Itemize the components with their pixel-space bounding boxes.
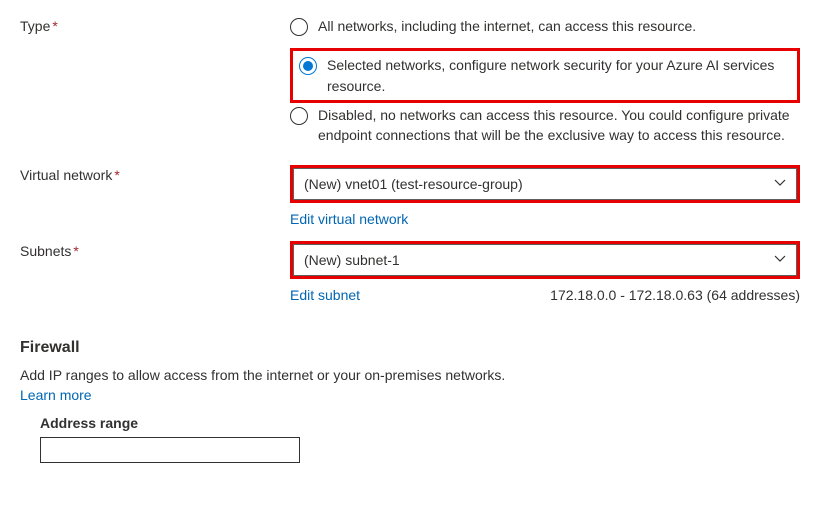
highlight-selected-networks: Selected networks, configure network sec… xyxy=(290,48,800,103)
address-range-input[interactable] xyxy=(40,437,300,463)
vnet-label: Virtual network* xyxy=(20,165,290,183)
radio-checked-icon xyxy=(299,57,317,75)
address-range-header: Address range xyxy=(20,415,800,431)
subnet-dropdown[interactable]: (New) subnet-1 xyxy=(293,244,797,276)
subnets-label: Subnets* xyxy=(20,241,290,259)
radio-disabled-label: Disabled, no networks can access this re… xyxy=(318,105,800,146)
learn-more-link[interactable]: Learn more xyxy=(20,387,92,403)
radio-disabled[interactable]: Disabled, no networks can access this re… xyxy=(290,105,800,146)
firewall-heading: Firewall xyxy=(20,339,800,357)
subnet-range-info: 172.18.0.0 - 172.18.0.63 (64 addresses) xyxy=(550,287,800,303)
highlight-vnet: (New) vnet01 (test-resource-group) xyxy=(290,165,800,203)
chevron-down-icon xyxy=(774,176,786,192)
edit-subnet-link[interactable]: Edit subnet xyxy=(290,287,360,303)
radio-unchecked-icon xyxy=(290,107,308,125)
firewall-description: Add IP ranges to allow access from the i… xyxy=(20,367,800,383)
highlight-subnet: (New) subnet-1 xyxy=(290,241,800,279)
radio-all-networks[interactable]: All networks, including the internet, ca… xyxy=(290,16,800,36)
radio-selected-networks[interactable]: Selected networks, configure network sec… xyxy=(299,55,791,96)
vnet-value: (New) vnet01 (test-resource-group) xyxy=(304,176,523,192)
chevron-down-icon xyxy=(774,252,786,268)
radio-unchecked-icon xyxy=(290,18,308,36)
subnet-value: (New) subnet-1 xyxy=(304,252,400,268)
vnet-dropdown[interactable]: (New) vnet01 (test-resource-group) xyxy=(293,168,797,200)
edit-vnet-link[interactable]: Edit virtual network xyxy=(290,211,408,227)
radio-selected-label: Selected networks, configure network sec… xyxy=(327,55,791,96)
type-label: Type* xyxy=(20,16,290,34)
radio-all-label: All networks, including the internet, ca… xyxy=(318,16,696,36)
